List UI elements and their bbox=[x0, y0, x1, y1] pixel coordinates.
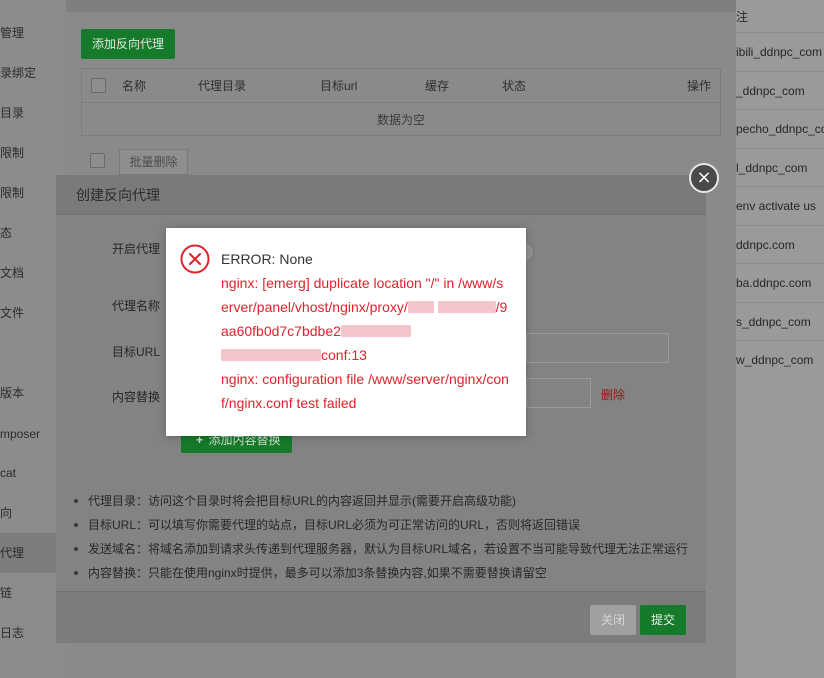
error-text: ERROR: None nginx: [emerg] duplicate loc… bbox=[221, 247, 511, 415]
help-tips-list: 代理目录：访问这个目录时将会把目标URL的内容返回并显示(需要开启高级功能) 目… bbox=[70, 489, 700, 585]
redacted-mask bbox=[437, 301, 496, 313]
help-tip-text: 发送域名：将域名添加到请求头传递到代理服务器，默认为目标URL域名，若设置不当可… bbox=[88, 542, 689, 556]
help-tip-text: 内容替换：只能在使用nginx时提供，最多可以添加3条替换内容,如果不需要替换请… bbox=[88, 566, 547, 580]
site-list-item[interactable]: _ddnpc_com bbox=[736, 70, 824, 109]
site-list-item[interactable]: ibili_ddnpc_com bbox=[736, 32, 824, 70]
sidebar-item[interactable]: 目录 bbox=[0, 93, 66, 133]
column-header-status: 状态 bbox=[502, 79, 527, 93]
dialog-title: 创建反向代理 bbox=[76, 187, 160, 203]
select-all-checkbox[interactable] bbox=[91, 78, 106, 93]
sidebar-item[interactable]: 限制 bbox=[0, 133, 66, 173]
close-button[interactable]: 关闭 bbox=[590, 605, 636, 635]
batch-select-checkbox[interactable] bbox=[90, 153, 105, 168]
error-config-test-failed-line: nginx: configuration file /www/server/ng… bbox=[221, 371, 509, 411]
sidebar-item[interactable]: 管理 bbox=[0, 13, 66, 53]
bullet-icon bbox=[74, 547, 78, 551]
site-list-item[interactable]: env activate us bbox=[736, 186, 824, 224]
proxy-name-label: 代理名称 bbox=[112, 299, 161, 313]
site-list-item[interactable]: w_ddnpc_com bbox=[736, 340, 824, 378]
dialog-footer: 关闭 提交 bbox=[56, 591, 706, 643]
help-tip-text: 代理目录：访问这个目录时将会把目标URL的内容返回并显示(需要开启高级功能) bbox=[88, 494, 517, 508]
help-tip-text: 目标URL：可以填写你需要代理的站点，目标URL必须为可正常访问的URL，否则将… bbox=[88, 518, 581, 532]
bullet-icon bbox=[74, 571, 78, 575]
panel-top-strip bbox=[66, 0, 736, 12]
target-url-label: 目标URL bbox=[112, 345, 161, 359]
proxy-table: 名称 代理目录 目标url 缓存 状态 操作 数据为空 bbox=[81, 68, 721, 136]
help-tip: 发送域名：将域名添加到请求头传递到代理服务器，默认为目标URL域名，若设置不当可… bbox=[70, 537, 700, 561]
column-header-cache: 缓存 bbox=[425, 79, 450, 93]
bullet-icon bbox=[74, 523, 78, 527]
site-list-column: 注 ibili_ddnpc_com _ddnpc_com pecho_ddnpc_c… bbox=[736, 0, 824, 678]
redacted-mask bbox=[340, 325, 411, 337]
column-header-target-url: 目标url bbox=[320, 79, 358, 93]
help-tip: 代理目录：访问这个目录时将会把目标URL的内容返回并显示(需要开启高级功能) bbox=[70, 489, 700, 513]
help-tip: 目标URL：可以填写你需要代理的站点，目标URL必须为可正常访问的URL，否则将… bbox=[70, 513, 700, 537]
delete-replace-link[interactable]: 删除 bbox=[601, 386, 625, 403]
site-list-item[interactable]: ddnpc.com bbox=[736, 224, 824, 263]
site-list-item[interactable]: ba.ddnpc.com bbox=[736, 263, 824, 301]
redacted-mask bbox=[407, 301, 434, 313]
site-list-item[interactable]: pecho_ddnpc_com bbox=[736, 109, 824, 147]
content-replace-label: 内容替换 bbox=[112, 390, 161, 404]
submit-button[interactable]: 提交 bbox=[640, 605, 686, 635]
redacted-mask bbox=[221, 349, 321, 361]
error-duplicate-location-line: nginx: [emerg] duplicate location "/" in… bbox=[221, 271, 511, 367]
dialog-header: 创建反向代理 bbox=[56, 175, 706, 215]
close-icon[interactable]: × bbox=[689, 163, 719, 193]
sidebar-item[interactable]: 录绑定 bbox=[0, 53, 66, 93]
column-header-name: 名称 bbox=[122, 79, 147, 93]
add-reverse-proxy-button[interactable]: 添加反向代理 bbox=[81, 29, 175, 59]
error-line1-suffix: conf:13 bbox=[321, 347, 367, 363]
content-replace-input[interactable] bbox=[526, 378, 591, 408]
batch-delete-button[interactable]: 批量删除 bbox=[119, 149, 188, 175]
column-header-proxy-dir: 代理目录 bbox=[198, 79, 247, 93]
error-x-circle-icon bbox=[180, 244, 210, 274]
target-url-input[interactable] bbox=[526, 333, 669, 363]
site-list-item[interactable]: l_ddnpc_com bbox=[736, 147, 824, 186]
error-message-popup: ERROR: None nginx: [emerg] duplicate loc… bbox=[166, 228, 526, 436]
column-header-actions: 操作 bbox=[687, 79, 712, 93]
help-tip: 内容替换：只能在使用nginx时提供，最多可以添加3条替换内容,如果不需要替换请… bbox=[70, 561, 700, 585]
site-list-header: 注 bbox=[736, 10, 749, 24]
table-empty-text: 数据为空 bbox=[376, 113, 425, 127]
error-title: ERROR: None bbox=[221, 251, 313, 267]
bullet-icon bbox=[74, 499, 78, 503]
site-list-item[interactable]: s_ddnpc_com bbox=[736, 301, 824, 340]
table-header: 名称 代理目录 目标url 缓存 状态 操作 bbox=[82, 69, 720, 103]
enable-proxy-label: 开启代理 bbox=[112, 242, 161, 256]
